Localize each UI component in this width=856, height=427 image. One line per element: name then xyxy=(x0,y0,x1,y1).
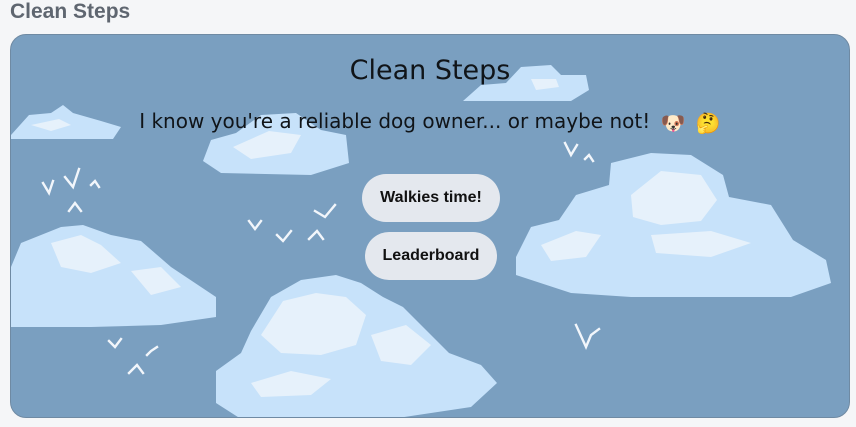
cloud-big-left xyxy=(11,225,216,327)
leaderboard-button[interactable]: Leaderboard xyxy=(365,232,497,280)
card-subtitle-line: I know you're a reliable dog owner... or… xyxy=(11,109,849,135)
card-subtitle: I know you're a reliable dog owner... or… xyxy=(139,109,651,133)
cloud-big-right xyxy=(516,153,831,297)
sky-clouds-illustration xyxy=(11,65,831,417)
walkies-button[interactable]: Walkies time! xyxy=(362,174,500,222)
card-title: Clean Steps xyxy=(349,55,511,86)
dog-emoji-icon: 🐶 xyxy=(660,111,686,135)
thinking-emoji-icon: 🤔 xyxy=(695,111,721,135)
sky-card: Clean Steps I know you're a reliable dog… xyxy=(10,34,850,418)
page-header: Clean Steps xyxy=(10,0,131,23)
cloud-big-bottom xyxy=(216,275,497,417)
